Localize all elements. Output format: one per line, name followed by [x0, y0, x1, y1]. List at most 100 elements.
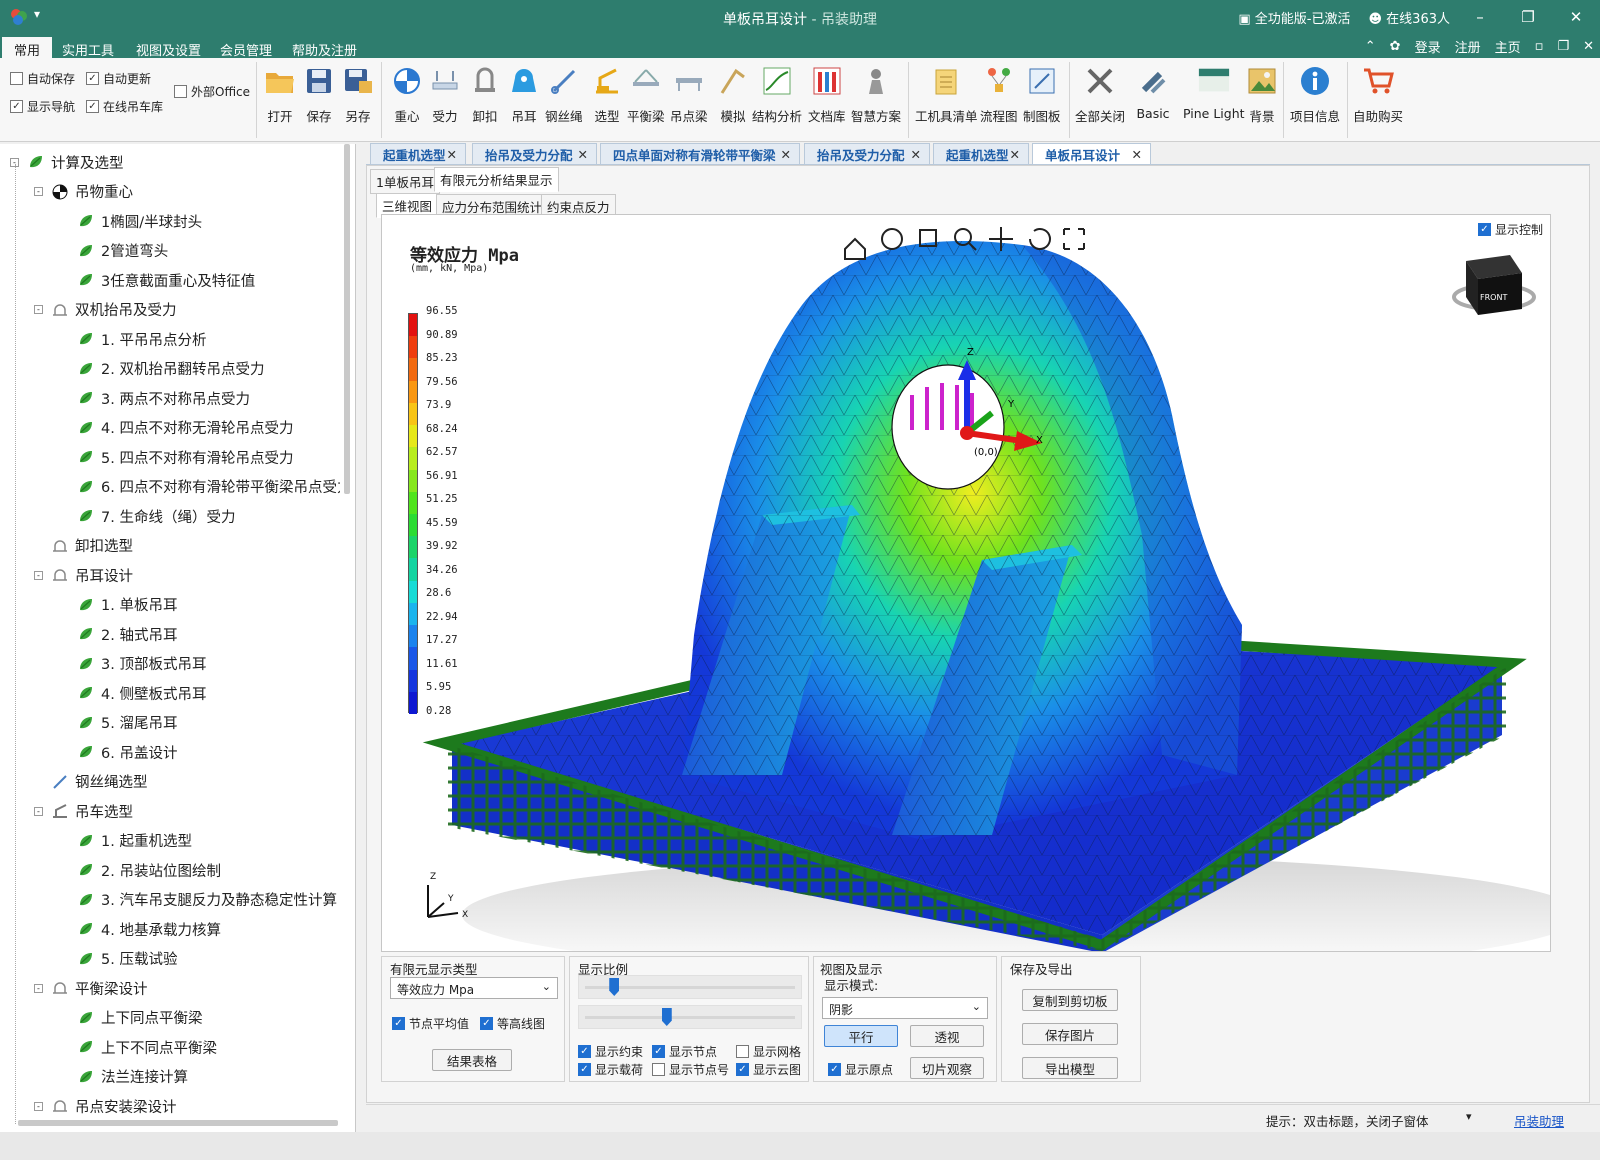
home-link[interactable]: 主页: [1495, 37, 1521, 56]
slider-thumb[interactable]: [609, 978, 620, 996]
tree-item[interactable]: 5. 压载试验: [60, 945, 177, 973]
register-link[interactable]: 注册: [1455, 37, 1481, 56]
tree-item[interactable]: 钢丝绳选型: [34, 768, 148, 796]
tree-item[interactable]: - 吊物重心: [34, 178, 133, 206]
online-crane-lib-checkbox[interactable]: ✓ 在线吊车库: [86, 98, 163, 115]
flowchart-button[interactable]: 流程图: [980, 64, 1018, 125]
tab-common[interactable]: 常用: [2, 37, 53, 59]
tree-horizontal-scrollbar[interactable]: [18, 1120, 338, 1126]
lifting-point-beam-button[interactable]: 吊点梁: [670, 64, 708, 125]
doc-tab-single-plate-lug[interactable]: 单板吊耳设计 ✕: [1032, 143, 1151, 165]
tree-item[interactable]: - 吊点安装梁设计: [34, 1092, 177, 1120]
tree-vertical-scrollbar[interactable]: [344, 144, 350, 494]
tab-tools[interactable]: 实用工具: [50, 37, 126, 59]
lug-button[interactable]: 吊耳: [507, 64, 541, 125]
close-tab-icon[interactable]: ✕: [911, 147, 921, 162]
collapse-ribbon-icon[interactable]: ⌃: [1365, 39, 1376, 54]
expand-toggle-icon[interactable]: -: [34, 305, 43, 314]
structural-analysis-button[interactable]: 结构分析: [752, 64, 802, 125]
doc-tab-lifting-distribution-2[interactable]: 抬吊及受力分配 ✕: [804, 143, 930, 165]
fullscreen-icon[interactable]: [1063, 228, 1085, 250]
restore-icon[interactable]: ▫: [1535, 39, 1544, 54]
expand-toggle-icon[interactable]: -: [34, 187, 43, 196]
show-origin-checkbox[interactable]: ✓ 显示原点: [828, 1061, 893, 1078]
subtab-fea-results[interactable]: 有限元分析结果显示: [434, 167, 559, 192]
drawing-board-button[interactable]: 制图板: [1023, 64, 1061, 125]
tree-item[interactable]: 4. 四点不对称无滑轮吊点受力: [60, 414, 293, 442]
tool-list-button[interactable]: 工机具清单: [915, 64, 978, 125]
subtab-single-lug[interactable]: 1单板吊耳: [370, 169, 440, 194]
doc-tab-four-point-beam[interactable]: 四点单面对称有滑轮带平衡梁 ✕: [600, 143, 800, 165]
background-button[interactable]: 背景: [1245, 64, 1279, 125]
show-loads-checkbox[interactable]: ✓ 显示载荷: [578, 1061, 643, 1078]
minimize-button[interactable]: –: [1456, 0, 1504, 34]
parallel-projection-button[interactable]: 平行: [824, 1025, 898, 1047]
expand-toggle-icon[interactable]: -: [34, 1101, 43, 1111]
show-constraint-checkbox[interactable]: ✓ 显示约束: [578, 1043, 643, 1060]
theme-basic-button[interactable]: Basic: [1136, 64, 1170, 121]
show-nodes-checkbox[interactable]: ✓ 显示节点: [652, 1043, 717, 1060]
tree-item[interactable]: 上下同点平衡梁: [60, 1004, 203, 1032]
simulation-button[interactable]: 模拟: [716, 64, 750, 125]
tree-item[interactable]: 1椭圆/半球封头: [60, 207, 202, 235]
fea-3d-viewport[interactable]: Z Y X (0,0) FRONT Z Y X 等效应力 Mpa (mm, kN…: [381, 214, 1551, 952]
doc-tab-crane-selection-2[interactable]: 起重机选型 ✕: [933, 143, 1029, 165]
tab-help[interactable]: 帮助及注册: [280, 37, 369, 59]
tree-item[interactable]: 上下不同点平衡梁: [60, 1033, 217, 1061]
tree-item[interactable]: 1. 单板吊耳: [60, 591, 177, 619]
fe-type-select[interactable]: 等效应力 Mpa ⌄: [390, 977, 558, 999]
self-purchase-button[interactable]: 自助购买: [1353, 64, 1403, 125]
tree-item[interactable]: 3任意截面重心及特征值: [60, 266, 255, 294]
home-view-icon[interactable]: [844, 237, 866, 260]
reset-icon[interactable]: [1029, 228, 1051, 250]
tree-item[interactable]: - 计算及选型: [10, 148, 124, 176]
tree-item[interactable]: 6. 四点不对称有滑轮带平衡梁吊点受力: [60, 473, 340, 501]
show-control-checkbox[interactable]: ✓ 显示控制: [1478, 221, 1543, 238]
close-tab-icon[interactable]: ✕: [578, 147, 588, 162]
shackle-button[interactable]: 卸扣: [468, 64, 502, 125]
tree-item[interactable]: 3. 汽车吊支腿反力及静态稳定性计算: [60, 886, 337, 914]
save-as-button[interactable]: 另存: [341, 64, 375, 125]
tree-item[interactable]: 7. 生命线（绳）受力: [60, 502, 235, 530]
node-average-checkbox[interactable]: ✓ 节点平均值: [392, 1015, 469, 1032]
tree-item[interactable]: - 吊耳设计: [34, 561, 133, 589]
balance-beam-button[interactable]: 平衡梁: [627, 64, 665, 125]
tree-item[interactable]: 5. 四点不对称有滑轮吊点受力: [60, 443, 293, 471]
slider-thumb[interactable]: [661, 1008, 672, 1026]
tab-view-settings[interactable]: 视图及设置: [124, 37, 213, 59]
close-all-button[interactable]: 全部关闭: [1075, 64, 1125, 125]
doc-tab-crane-selection[interactable]: 起重机选型 ✕: [370, 143, 466, 165]
contour-checkbox[interactable]: ✓ 等高线图: [480, 1015, 545, 1032]
tree-item[interactable]: 法兰连接计算: [60, 1063, 188, 1091]
external-office-checkbox[interactable]: 外部Office: [174, 83, 250, 100]
save-button[interactable]: 保存: [302, 64, 336, 125]
tree-item[interactable]: 3. 两点不对称吊点受力: [60, 384, 250, 412]
fea-render[interactable]: Z Y X (0,0) FRONT Z Y X: [382, 215, 1551, 952]
close-tab-icon[interactable]: ✕: [1010, 147, 1020, 162]
view-cube[interactable]: FRONT: [1452, 255, 1536, 315]
expand-toggle-icon[interactable]: -: [34, 983, 43, 993]
export-model-button[interactable]: 导出模型: [1022, 1057, 1118, 1079]
status-dropdown-icon[interactable]: ▾: [1466, 1110, 1472, 1123]
expand-toggle-icon[interactable]: -: [34, 806, 43, 816]
copy-to-clipboard-button[interactable]: 复制到剪切板: [1022, 989, 1118, 1011]
tree-item[interactable]: 4. 侧壁板式吊耳: [60, 679, 206, 707]
login-link[interactable]: 登录: [1415, 37, 1441, 56]
auto-save-checkbox[interactable]: 自动保存: [10, 70, 75, 87]
settings-icon[interactable]: ✿: [1390, 39, 1401, 54]
close-tab-icon[interactable]: ✕: [447, 147, 457, 162]
display-mode-select[interactable]: 阴影 ⌄: [822, 997, 988, 1019]
center-of-gravity-button[interactable]: 重心: [390, 64, 424, 125]
show-nav-checkbox[interactable]: ✓ 显示导航: [10, 98, 75, 115]
auto-update-checkbox[interactable]: ✓ 自动更新: [86, 70, 151, 87]
expand-toggle-icon[interactable]: -: [34, 570, 43, 580]
save-image-button[interactable]: 保存图片: [1022, 1023, 1118, 1045]
scale-slider-1[interactable]: [578, 975, 802, 999]
tree-item[interactable]: 1. 起重机选型: [60, 827, 192, 855]
open-button[interactable]: 打开: [263, 64, 297, 125]
close-doc-icon[interactable]: ✕: [1583, 39, 1594, 54]
show-node-ids-checkbox[interactable]: 显示节点号: [652, 1061, 729, 1078]
tree-item[interactable]: 2. 轴式吊耳: [60, 620, 177, 648]
tree-item[interactable]: 3. 顶部板式吊耳: [60, 650, 206, 678]
restore-doc-icon[interactable]: ❐: [1557, 39, 1569, 54]
